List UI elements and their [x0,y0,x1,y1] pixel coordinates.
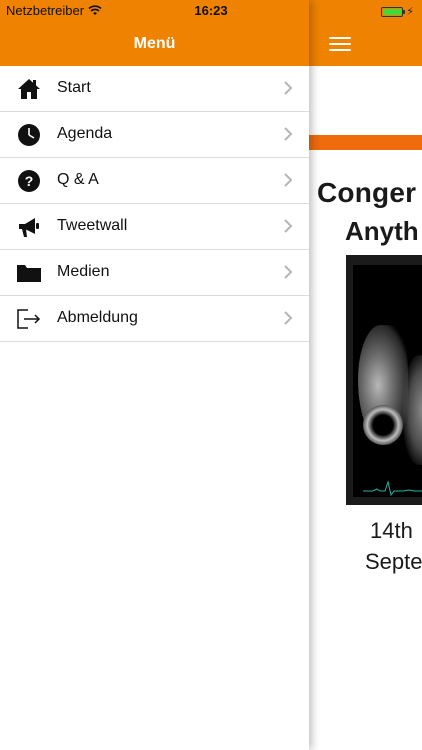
event-date-line1: 14th [370,518,413,543]
chevron-right-icon [284,265,293,279]
menu-item-label: Agenda [57,125,113,142]
menu-item-abmeldung[interactable]: Abmeldung [0,296,309,342]
menu-item-label: Start [57,79,91,96]
question-icon: ? [16,168,42,194]
drawer-title: Menü [133,35,176,52]
menu-item-label: Medien [57,263,110,280]
ecg-trace [363,480,422,497]
menu-item-agenda[interactable]: Agenda [0,112,309,158]
main-panel: ⚡ Conger Anyth 14th Septe [309,0,422,750]
chevron-right-icon [284,127,293,141]
hamburger-menu-icon[interactable] [329,37,351,51]
chevron-right-icon [284,173,293,187]
clock-icon [16,122,42,148]
folder-icon [16,260,42,286]
menu-item-start[interactable]: Start [0,66,309,112]
event-subtitle: Anyth [345,216,419,246]
drawer-menu: Start Agenda ? Q & A Tweetwall Medien Ab… [0,66,309,342]
chevron-right-icon [284,219,293,233]
menu-item-label: Tweetwall [57,217,128,234]
chevron-right-icon [284,311,293,325]
status-time: 16:23 [194,3,228,18]
event-date-line2: Septe [365,549,422,574]
menu-item-medien[interactable]: Medien [0,250,309,296]
side-drawer: Menü Start Agenda ? Q & A Tweetwall Medi… [0,0,309,750]
logout-icon [16,306,42,332]
event-title: Conger [317,177,417,208]
menu-item-qa[interactable]: ? Q & A [0,158,309,204]
echocardiogram-image [346,255,422,505]
chevron-right-icon [284,81,293,95]
menu-item-tweetwall[interactable]: Tweetwall [0,204,309,250]
megaphone-icon [16,214,42,240]
home-icon [16,76,42,102]
menu-item-label: Abmeldung [57,309,138,326]
svg-text:?: ? [25,173,34,189]
menu-item-label: Q & A [57,171,99,188]
accent-stripe [309,135,422,150]
